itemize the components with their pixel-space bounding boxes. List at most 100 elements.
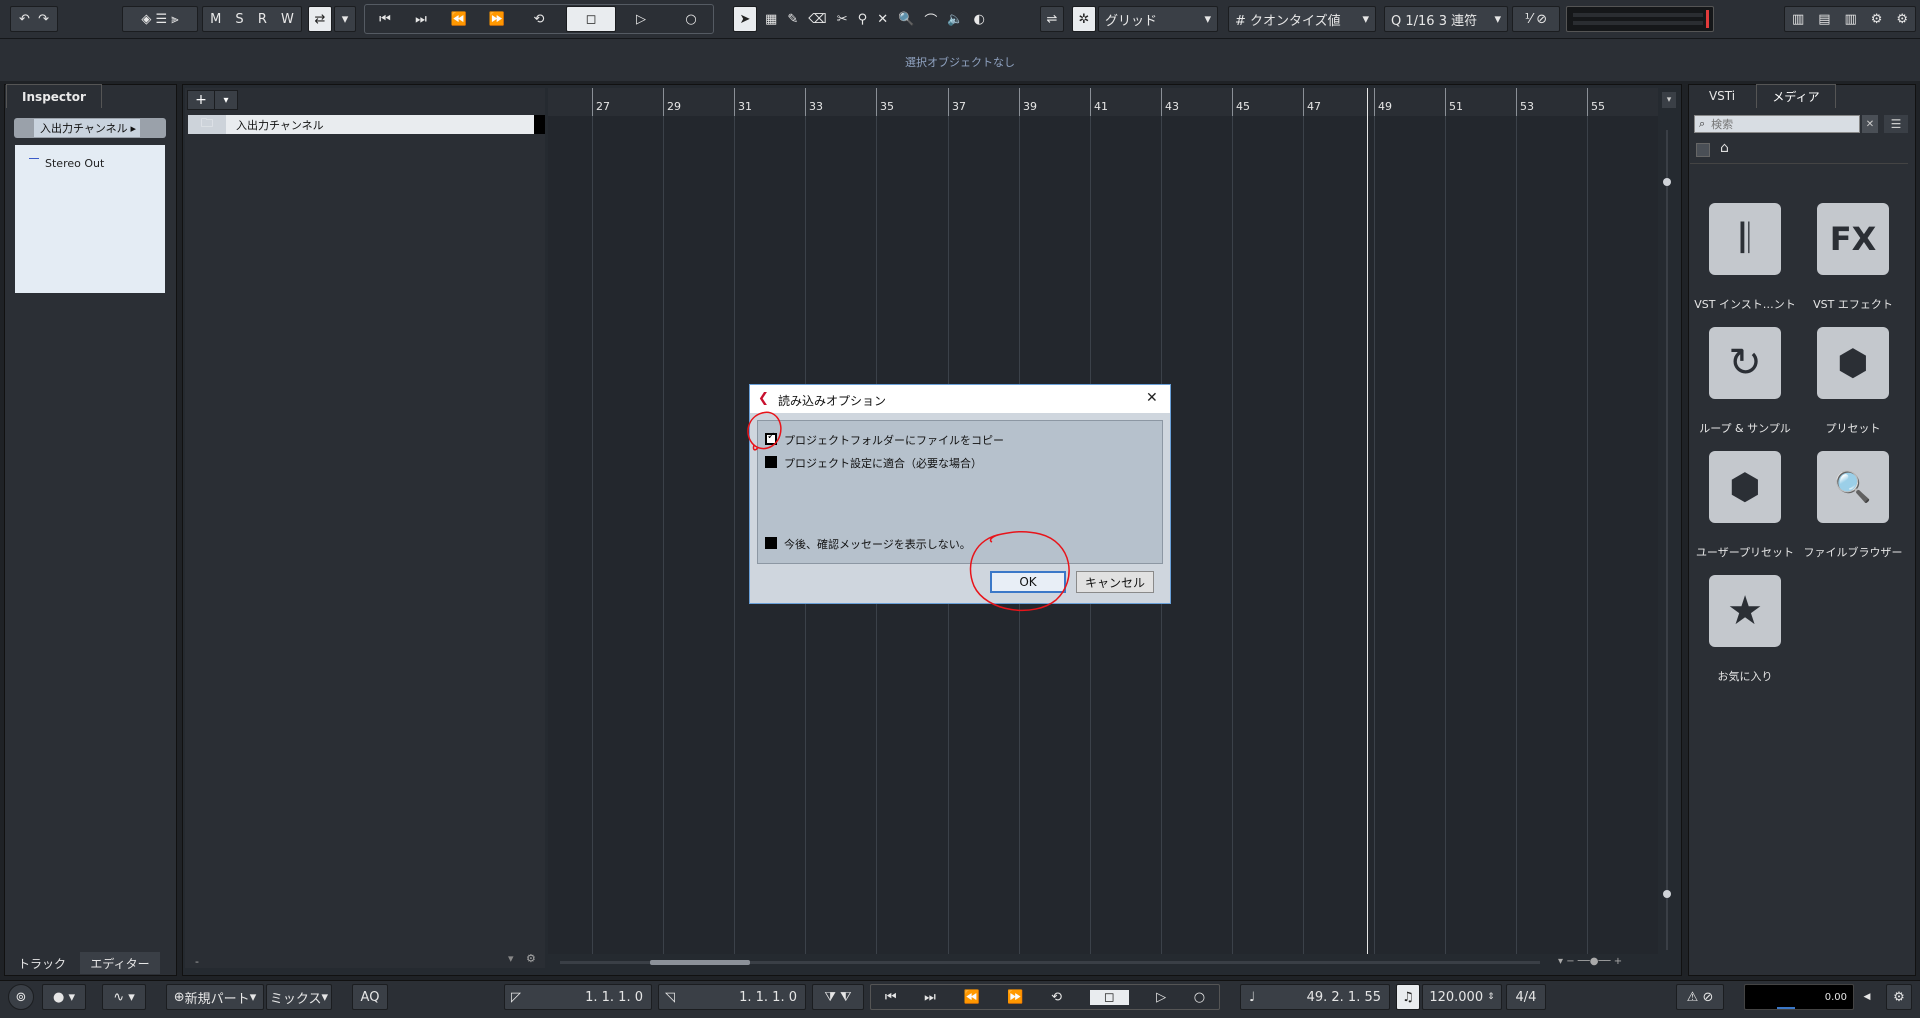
add-track-dropdown-icon[interactable]: ▾ xyxy=(214,90,238,110)
close-icon[interactable]: ✕ xyxy=(1146,390,1158,406)
tempo-field[interactable]: 120.000 ⇕ xyxy=(1422,984,1502,1010)
quantize-extra-icons[interactable]: ⅟ ⊘ xyxy=(1512,6,1560,32)
track-row[interactable]: 🗀 入出力チャンネル xyxy=(188,115,536,134)
speaker-tool-icon[interactable]: 🔈 xyxy=(947,12,963,27)
play-icon[interactable]: ▷ xyxy=(1156,990,1166,1005)
clear-search-icon[interactable]: ✕ xyxy=(1862,115,1878,133)
tab-editor[interactable]: エディター xyxy=(80,952,160,974)
tempo-stepper-icon[interactable]: ⇕ xyxy=(1487,992,1495,1002)
zoom-tool-icon[interactable]: 🔍 xyxy=(898,12,914,27)
metronome-buttons[interactable]: ⚠ ⊘ xyxy=(1676,984,1724,1010)
favorites-icon[interactable]: ★ xyxy=(1709,575,1781,647)
position-value[interactable]: 49. 2. 1. 55 xyxy=(1307,990,1381,1005)
range-tool-icon[interactable]: ▦ xyxy=(765,12,777,27)
quantize-dropdown[interactable]: # クオンタイズ値 ▾ xyxy=(1228,6,1376,32)
conform-settings-checkbox[interactable] xyxy=(765,456,777,468)
inspector-item[interactable]: ⎺ Stereo Out xyxy=(29,155,149,171)
settings-icon[interactable]: ⚙ xyxy=(1886,984,1912,1010)
automation-mode-icon[interactable]: ⇄ xyxy=(308,6,332,32)
mute-button[interactable]: M xyxy=(210,12,221,27)
constrain-buttons[interactable]: ◈ ☰ ⫸ xyxy=(122,6,198,32)
dialog-title-bar[interactable]: ❮ 読み込みオプション ✕ xyxy=(750,385,1170,413)
record-icon[interactable]: ○ xyxy=(1194,990,1205,1005)
settings-icon[interactable]: ⚙ xyxy=(526,952,536,965)
tempo-value[interactable]: 120.000 xyxy=(1429,990,1483,1005)
snap-icon[interactable]: ✲ xyxy=(1072,6,1096,32)
stop-icon[interactable]: ◻ xyxy=(1089,989,1129,1005)
right-locator-value[interactable]: 1. 1. 1. 0 xyxy=(739,990,797,1005)
tab-vsti[interactable]: VSTi xyxy=(1690,85,1754,107)
color-tool-icon[interactable]: ◐ xyxy=(974,12,985,27)
aq-button[interactable]: AQ xyxy=(352,984,388,1010)
solo-button[interactable]: S xyxy=(235,12,243,27)
dont-show-again-checkbox[interactable] xyxy=(765,537,777,549)
record-icon[interactable]: ○ xyxy=(676,6,706,32)
position-display[interactable]: ♩ 49. 2. 1. 55 xyxy=(1240,984,1390,1010)
automation-dropdown-icon[interactable]: ▾ xyxy=(334,6,356,32)
tempo-track-icon[interactable]: ♫ xyxy=(1396,984,1420,1010)
split-tool-icon[interactable]: ✂ xyxy=(837,12,848,27)
project-cursor[interactable] xyxy=(1367,88,1368,954)
play-icon[interactable]: ▷ xyxy=(626,6,656,32)
add-track-button[interactable]: + xyxy=(187,90,215,110)
rewind-icon[interactable]: ⏪ xyxy=(964,990,980,1005)
ruler-options-icon[interactable]: ▾ xyxy=(1662,92,1676,108)
quantize-value-dropdown[interactable]: Q 1/16 3 連符 ▾ xyxy=(1384,6,1508,32)
settings-icon[interactable]: ⚙ xyxy=(1896,12,1908,27)
horizontal-zoom-slider[interactable]: ▾ − ──●── + xyxy=(1558,956,1668,968)
piano-icon[interactable]: 𝄃 xyxy=(1709,203,1781,275)
go-to-end-icon[interactable]: ⏭ xyxy=(406,6,436,32)
snap-type-dropdown[interactable]: グリッド ▾ xyxy=(1098,6,1218,32)
tool-buttons[interactable]: ▦ ✎ ⌫ ✂ ⚲ ✕ 🔍 ⌒ 🔈 ◐ xyxy=(760,6,990,32)
left-locator-value[interactable]: 1. 1. 1. 0 xyxy=(585,990,643,1005)
forward-icon[interactable]: ⏩ xyxy=(1007,990,1023,1005)
loop-icon[interactable]: ↻ xyxy=(1709,327,1781,399)
audio-mode-dropdown[interactable]: ∿ ▾ xyxy=(102,984,146,1010)
mute-tool-icon[interactable]: ✕ xyxy=(877,12,888,27)
left-zone-icon[interactable]: ▥ xyxy=(1792,12,1804,27)
conform-settings-label[interactable]: プロジェクト設定に適合（必要な場合） xyxy=(784,455,982,471)
right-zone-icon[interactable]: ▥ xyxy=(1844,12,1856,27)
constrain-delay-icon[interactable]: ⊚ xyxy=(8,984,34,1010)
inspector-header-label[interactable]: 入出力チャンネル ▸ xyxy=(34,119,140,137)
write-button[interactable]: W xyxy=(281,12,294,27)
erase-tool-icon[interactable]: ⌫ xyxy=(808,12,826,27)
cycle-icon[interactable]: ⟲ xyxy=(1051,990,1062,1005)
tab-media[interactable]: メディア xyxy=(1756,84,1836,108)
stop-icon[interactable]: ◻ xyxy=(566,6,616,32)
object-selection-tool-icon[interactable]: ➤ xyxy=(733,6,757,32)
new-part-dropdown[interactable]: ⊕ 新規パート ▾ xyxy=(166,984,264,1010)
tab-track[interactable]: トラック xyxy=(4,952,80,974)
signature-field[interactable]: 4/4 xyxy=(1506,984,1546,1010)
rewind-icon[interactable]: ⏪ xyxy=(444,6,474,32)
copy-to-project-label[interactable]: プロジェクトフォルダーにファイルをコピー xyxy=(784,432,1004,448)
fx-icon[interactable]: FX xyxy=(1817,203,1889,275)
lower-zone-icon[interactable]: ▤ xyxy=(1818,12,1830,27)
tracklist-minus[interactable]: - xyxy=(195,955,199,968)
setup-window-icon[interactable]: ⚙ xyxy=(1871,12,1883,27)
auto-scroll-icon[interactable]: ⇌ xyxy=(1040,6,1064,32)
window-layout-buttons[interactable]: ▥ ▤ ▥ ⚙ ⚙ xyxy=(1784,6,1916,32)
cycle-icon[interactable]: ⟲ xyxy=(524,6,554,32)
vertical-scroll-handle[interactable] xyxy=(1663,890,1671,898)
left-locator-field[interactable]: ◸ 1. 1. 1. 0 xyxy=(504,984,652,1010)
redo-icon[interactable]: ↷ xyxy=(38,12,49,27)
go-to-start-icon[interactable]: ⏮ xyxy=(885,990,897,1005)
user-preset-icon[interactable]: ⬢ xyxy=(1709,451,1781,523)
vertical-zoom-handle[interactable] xyxy=(1663,178,1671,186)
track-filter-icon[interactable]: ▾ xyxy=(508,952,514,965)
media-checkbox[interactable] xyxy=(1696,143,1710,157)
read-button[interactable]: R xyxy=(258,12,267,27)
vertical-zoom-slider[interactable] xyxy=(1666,130,1668,950)
go-to-start-icon[interactable]: ⏮ xyxy=(370,6,400,32)
draw-tool-icon[interactable]: ✎ xyxy=(787,12,798,27)
dont-show-again-label[interactable]: 今後、確認メッセージを表示しない。 xyxy=(784,536,971,552)
right-locator-field[interactable]: ◹ 1. 1. 1. 0 xyxy=(658,984,806,1010)
forward-icon[interactable]: ⏩ xyxy=(482,6,512,32)
punch-in-out-buttons[interactable]: ⧩ ⧨ xyxy=(812,984,864,1010)
cancel-button[interactable]: キャンセル xyxy=(1076,571,1154,593)
home-icon[interactable]: ⌂ xyxy=(1720,140,1729,156)
track-name[interactable]: 入出力チャンネル xyxy=(236,117,324,133)
preset-icon[interactable]: ⬢ xyxy=(1817,327,1889,399)
search-input[interactable] xyxy=(1709,116,1844,132)
